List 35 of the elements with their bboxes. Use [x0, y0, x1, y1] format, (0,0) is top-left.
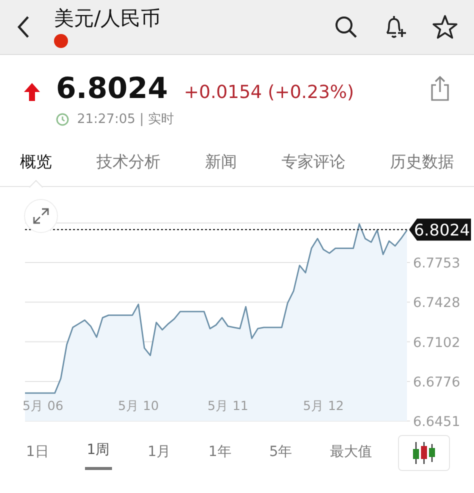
- back-button[interactable]: [16, 15, 30, 39]
- favorite-button[interactable]: [432, 14, 458, 40]
- price-value: 6.8024: [56, 71, 168, 105]
- chart-type-button[interactable]: [398, 435, 450, 471]
- price-tag: 6.8024: [409, 218, 471, 241]
- axis-label: 5月 12: [303, 398, 344, 413]
- range-tab[interactable]: 1日: [24, 436, 51, 470]
- tab[interactable]: 历史数据: [386, 138, 458, 186]
- page-title: 美元/人民币: [54, 6, 162, 30]
- search-button[interactable]: [334, 15, 358, 39]
- price-change: +0.0154 (+0.23%): [184, 81, 354, 105]
- tab[interactable]: 技术分析: [92, 138, 164, 186]
- axis-label: 5月 06: [22, 398, 64, 413]
- range-tab[interactable]: 1月: [146, 436, 173, 470]
- expand-icon: [32, 207, 50, 225]
- range-tab[interactable]: 1年: [206, 436, 234, 470]
- clock-icon: [56, 113, 69, 126]
- axis-label: 6.7102: [413, 334, 460, 351]
- tab[interactable]: 新闻: [201, 138, 241, 186]
- tab[interactable]: 概览: [16, 138, 56, 186]
- axis-label: 6.6776: [413, 374, 460, 390]
- tab[interactable]: 专家评论: [278, 138, 350, 186]
- range-tab[interactable]: 5年: [267, 436, 294, 470]
- flag-icon: [54, 34, 68, 48]
- axis-label: 6.6451: [413, 414, 460, 429]
- axis-label: 5月 10: [118, 398, 159, 413]
- axis-label: 6.7753: [413, 256, 460, 272]
- expand-button[interactable]: [24, 199, 58, 233]
- range-tab[interactable]: 1周: [84, 436, 112, 470]
- update-time: 21:27:05 | 实时: [77, 111, 174, 129]
- ref-line-label: 6.8024: [414, 220, 470, 240]
- range-tab[interactable]: 最大值: [328, 436, 374, 470]
- axis-label: 6.7428: [413, 295, 460, 312]
- axis-label: 5月 11: [208, 398, 248, 413]
- candlestick-icon: [411, 441, 437, 465]
